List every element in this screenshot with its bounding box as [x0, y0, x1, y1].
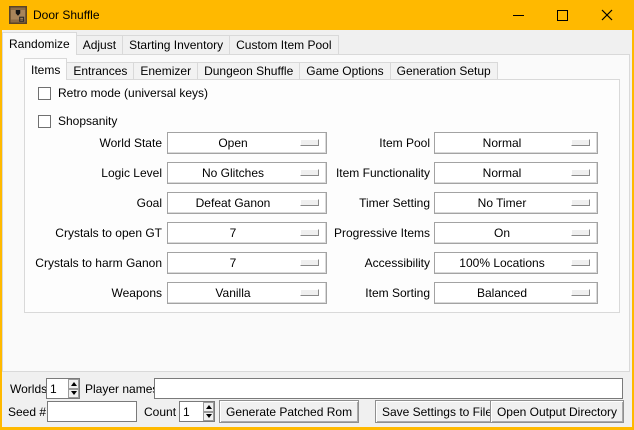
- client-area: Randomize Adjust Starting Inventory Cust…: [2, 30, 632, 427]
- arrow-up-icon: [71, 382, 77, 386]
- count-spinbox[interactable]: [179, 401, 215, 422]
- item-functionality-dropdown[interactable]: Normal: [434, 162, 598, 184]
- progressive-items-label: Progressive Items: [265, 222, 430, 244]
- tab-label: Entrances: [73, 64, 127, 78]
- item-pool-dropdown[interactable]: Normal: [434, 132, 598, 154]
- sub-tab-bar: Items Entrances Enemizer Dungeon Shuffle…: [24, 58, 497, 80]
- shopsanity-label: Shopsanity: [58, 114, 117, 128]
- dropdown-indicator-icon: [571, 259, 590, 266]
- world-state-label: World State: [27, 132, 162, 154]
- app-window: Door Shuffle Randomize Adjust Starting I…: [0, 0, 634, 430]
- item-sorting-label: Item Sorting: [265, 282, 430, 304]
- tab-adjust[interactable]: Adjust: [76, 35, 123, 54]
- tab-randomize[interactable]: Randomize: [2, 32, 77, 55]
- open-output-directory-button[interactable]: Open Output Directory: [490, 400, 624, 423]
- bottom-bar: Worlds Player names Seed # Count Ge: [2, 372, 632, 427]
- tab-starting-inventory[interactable]: Starting Inventory: [122, 35, 230, 54]
- dropdown-indicator-icon: [571, 289, 590, 296]
- arrow-up-icon: [206, 405, 212, 409]
- shopsanity-checkbox[interactable]: [38, 115, 51, 128]
- worlds-spin-down-button[interactable]: [68, 389, 79, 399]
- tab-game-options[interactable]: Game Options: [299, 62, 390, 79]
- dropdown-indicator-icon: [571, 139, 590, 146]
- worlds-label: Worlds: [10, 379, 47, 399]
- dropdown-value: 7: [230, 256, 237, 270]
- count-spin-down-button[interactable]: [203, 412, 214, 422]
- goal-label: Goal: [27, 192, 162, 214]
- generate-patched-rom-button[interactable]: Generate Patched Rom: [219, 400, 359, 423]
- item-pool-label: Item Pool: [265, 132, 430, 154]
- tab-label: Starting Inventory: [129, 38, 223, 52]
- button-label: Open Output Directory: [497, 405, 617, 419]
- maximize-icon: [557, 10, 568, 21]
- count-label: Count: [144, 402, 176, 422]
- dropdown-value: Balanced: [477, 286, 527, 300]
- worlds-spin-up-button[interactable]: [68, 379, 79, 389]
- worlds-spinbox[interactable]: [46, 378, 80, 399]
- seed-input[interactable]: [47, 401, 137, 422]
- tab-label: Randomize: [9, 37, 70, 51]
- dropdown-value: 7: [230, 226, 237, 240]
- title-bar[interactable]: Door Shuffle: [0, 0, 634, 30]
- button-label: Generate Patched Rom: [226, 405, 352, 419]
- button-label: Save Settings to File: [382, 405, 492, 419]
- item-functionality-label: Item Functionality: [265, 162, 430, 184]
- tab-label: Adjust: [83, 38, 116, 52]
- items-page: Retro mode (universal keys) Shopsanity W…: [24, 79, 620, 313]
- tab-label: Enemizer: [140, 64, 191, 78]
- dropdown-value: Normal: [483, 136, 522, 150]
- tab-custom-item-pool[interactable]: Custom Item Pool: [229, 35, 338, 54]
- dropdown-value: No Timer: [478, 196, 527, 210]
- tab-label: Generation Setup: [397, 64, 491, 78]
- seed-label: Seed #: [8, 402, 46, 422]
- weapons-label: Weapons: [27, 282, 162, 304]
- tab-generation-setup[interactable]: Generation Setup: [390, 62, 498, 79]
- dropdown-indicator-icon: [571, 229, 590, 236]
- crystals-harm-ganon-label: Crystals to harm Ganon: [27, 252, 162, 274]
- count-spin-up-button[interactable]: [203, 402, 214, 412]
- retro-mode-checkbox[interactable]: [38, 87, 51, 100]
- dropdown-value: Normal: [483, 166, 522, 180]
- retro-mode-label: Retro mode (universal keys): [58, 86, 208, 100]
- player-names-label: Player names: [85, 379, 158, 399]
- dropdown-value: Open: [218, 136, 247, 150]
- timer-setting-dropdown[interactable]: No Timer: [434, 192, 598, 214]
- minimize-button[interactable]: [496, 0, 540, 30]
- accessibility-label: Accessibility: [265, 252, 430, 274]
- dropdown-value: Defeat Ganon: [196, 196, 271, 210]
- tab-items[interactable]: Items: [24, 58, 67, 80]
- close-button[interactable]: [585, 0, 629, 30]
- player-names-input[interactable]: [154, 378, 623, 399]
- close-icon: [601, 9, 613, 21]
- tab-dungeon-shuffle[interactable]: Dungeon Shuffle: [197, 62, 300, 79]
- accessibility-dropdown[interactable]: 100% Locations: [434, 252, 598, 274]
- maximize-button[interactable]: [540, 0, 584, 30]
- dropdown-indicator-icon: [571, 199, 590, 206]
- arrow-down-icon: [71, 391, 77, 395]
- tab-enemizer[interactable]: Enemizer: [133, 62, 198, 79]
- dropdown-indicator-icon: [571, 169, 590, 176]
- tab-entrances[interactable]: Entrances: [66, 62, 134, 79]
- tab-label: Dungeon Shuffle: [204, 64, 293, 78]
- window-title: Door Shuffle: [33, 8, 100, 22]
- progressive-items-dropdown[interactable]: On: [434, 222, 598, 244]
- dropdown-value: Vanilla: [215, 286, 250, 300]
- save-settings-button[interactable]: Save Settings to File: [375, 400, 499, 423]
- logic-level-label: Logic Level: [27, 162, 162, 184]
- minimize-icon: [513, 15, 524, 16]
- tab-label: Game Options: [306, 64, 383, 78]
- main-tab-bar: Randomize Adjust Starting Inventory Cust…: [2, 32, 338, 55]
- tab-label: Custom Item Pool: [236, 38, 331, 52]
- timer-setting-label: Timer Setting: [265, 192, 430, 214]
- tab-label: Items: [31, 63, 60, 77]
- crystals-open-gt-label: Crystals to open GT: [27, 222, 162, 244]
- dropdown-value: On: [494, 226, 510, 240]
- app-icon: [9, 6, 27, 24]
- item-sorting-dropdown[interactable]: Balanced: [434, 282, 598, 304]
- arrow-down-icon: [206, 414, 212, 418]
- dropdown-value: No Glitches: [202, 166, 264, 180]
- dropdown-value: 100% Locations: [459, 256, 544, 270]
